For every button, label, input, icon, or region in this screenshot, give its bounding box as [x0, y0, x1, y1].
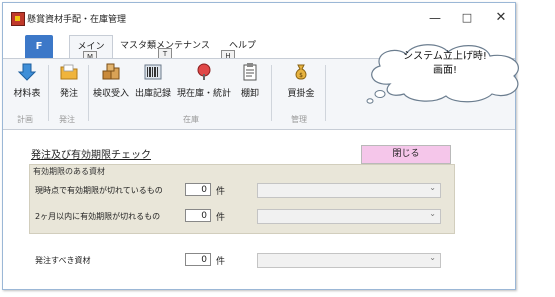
group-separator	[88, 65, 89, 121]
folder-icon	[59, 62, 79, 82]
chevron-down-icon: ⌄	[429, 209, 436, 218]
stock-statistics-label: 現在庫・統計	[177, 89, 232, 99]
accounts-payable-button[interactable]: $ 買掛金	[283, 62, 319, 114]
stock-statistics-button[interactable]: 現在庫・統計	[177, 62, 231, 114]
order-needed-label: 発注すべき資材	[35, 256, 91, 265]
shipment-record-label: 出庫記録	[134, 89, 171, 99]
callout-text: システム立上げ時! 画面!	[380, 50, 510, 78]
maximize-button[interactable]: □	[455, 9, 479, 27]
inventory-count-label: 棚卸	[240, 89, 259, 99]
order-needed-count-field[interactable]: 0	[185, 253, 211, 266]
group-label-planning: 計画	[17, 115, 33, 124]
expired-count-field[interactable]: 0	[185, 183, 211, 196]
order-button[interactable]: 発注	[53, 62, 85, 114]
expiring-soon-unit: 件	[216, 213, 226, 223]
app-icon	[11, 12, 25, 26]
title-bar: 懸賞資材手配・在庫管理 — □ ✕	[3, 3, 515, 33]
group-label-stock: 在庫	[183, 115, 199, 124]
down-arrow-icon	[17, 62, 37, 82]
moneybag-icon: $	[291, 62, 311, 82]
callout-line-2: 画面!	[432, 65, 457, 76]
expiring-soon-count-field[interactable]: 0	[185, 209, 211, 222]
inventory-count-button[interactable]: 棚卸	[235, 62, 265, 114]
window-title: 懸賞資材手配・在庫管理	[27, 15, 127, 25]
order-label: 発注	[59, 89, 78, 99]
close-window-button[interactable]: ✕	[489, 9, 513, 27]
chevron-down-icon: ⌄	[429, 183, 436, 192]
svg-text:$: $	[299, 72, 303, 79]
file-tab[interactable]: F	[25, 35, 53, 59]
group-label-ordering: 発注	[59, 115, 75, 124]
chart-icon	[194, 62, 214, 82]
inspection-receipt-button[interactable]: 検収受入	[91, 62, 131, 114]
callout-line-1: システム立上げ時!	[403, 51, 487, 62]
expired-dropdown[interactable]: ⌄	[257, 183, 441, 198]
chevron-down-icon: ⌄	[429, 253, 436, 262]
group-separator	[271, 65, 272, 121]
minimize-button[interactable]: —	[423, 9, 447, 27]
materials-list-button[interactable]: 材料表	[9, 62, 45, 114]
group-separator	[325, 65, 326, 121]
expired-unit: 件	[216, 187, 226, 197]
inspection-receipt-label: 検収受入	[92, 89, 129, 99]
shipment-record-button[interactable]: 出庫記録	[133, 62, 173, 114]
order-needed-dropdown[interactable]: ⌄	[257, 253, 441, 268]
accounts-payable-label: 買掛金	[287, 89, 315, 99]
materials-list-label: 材料表	[13, 89, 41, 99]
boxes-icon	[101, 62, 121, 82]
barcode-icon	[143, 62, 163, 82]
expiring-soon-label: 2ヶ月以内に有効期限が切れるもの	[35, 212, 161, 221]
group-label-management: 管理	[291, 115, 307, 124]
expiry-panel-header: 有効期限のある資材	[33, 167, 105, 176]
expiring-soon-dropdown[interactable]: ⌄	[257, 209, 441, 224]
expired-label: 現時点で有効期限が切れているもの	[35, 186, 163, 195]
form-title: 発注及び有効期限チェック	[31, 150, 151, 161]
close-form-button[interactable]: 閉じる	[361, 145, 451, 164]
clipboard-icon	[240, 62, 260, 82]
order-needed-unit: 件	[216, 257, 226, 267]
group-separator	[48, 65, 49, 121]
